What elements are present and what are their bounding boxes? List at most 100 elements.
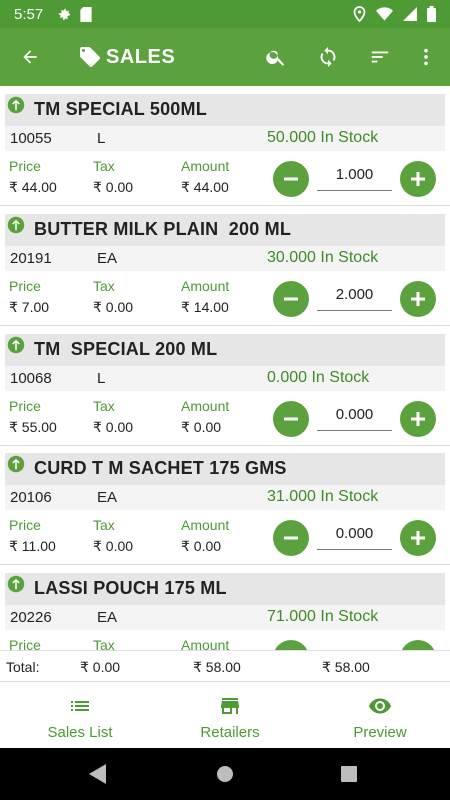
app-title-group: SALES xyxy=(78,45,175,69)
eye-icon xyxy=(369,698,391,714)
product-header: TM SPECIAL 500ML xyxy=(5,94,445,126)
quantity-input[interactable]: 1.000 xyxy=(317,163,392,191)
product-unit: EA xyxy=(97,250,118,267)
increase-qty-button[interactable] xyxy=(400,161,436,197)
nav-preview[interactable]: Preview xyxy=(305,682,450,748)
search-button[interactable] xyxy=(250,28,302,86)
minus-icon xyxy=(284,536,298,540)
more-vert-icon xyxy=(424,48,428,66)
more-options-button[interactable] xyxy=(406,28,446,86)
system-back-button[interactable] xyxy=(88,763,108,785)
price-label: Price xyxy=(9,158,41,174)
sort-icon xyxy=(371,51,389,63)
settings-gear-icon xyxy=(59,8,71,20)
product-unit: EA xyxy=(97,489,118,506)
product-code: 10055 xyxy=(10,130,52,147)
product-name: TM SPECIAL 200 ML xyxy=(34,339,218,359)
decrease-qty-button[interactable] xyxy=(273,640,309,650)
amount-label: Amount xyxy=(181,517,230,533)
amount-value: ₹ 0.00 xyxy=(181,419,222,435)
back-button[interactable] xyxy=(0,28,60,86)
nav-sales-list[interactable]: Sales List xyxy=(5,682,155,748)
increase-qty-button[interactable] xyxy=(400,281,436,317)
sync-icon xyxy=(320,46,336,68)
arrow-up-circle-icon xyxy=(7,575,25,593)
price-value: ₹ 44.00 xyxy=(9,179,57,195)
decrease-qty-button[interactable] xyxy=(273,401,309,437)
arrow-back-icon xyxy=(23,50,37,64)
arrow-up-circle-icon xyxy=(7,455,25,473)
price-value: ₹ 55.00 xyxy=(9,419,57,435)
system-recents-button[interactable] xyxy=(340,765,358,783)
product-code: 20106 xyxy=(10,489,52,506)
tax-label: Tax xyxy=(93,517,115,533)
app-bar: SALES xyxy=(0,28,450,86)
card-divider xyxy=(0,325,450,326)
product-list[interactable]: TM SPECIAL 500ML 10055 L 50.000 In Stock… xyxy=(0,90,450,650)
product-card: TM SPECIAL 500ML 10055 L 50.000 In Stock… xyxy=(0,90,450,208)
quantity-input[interactable]: 2.000 xyxy=(317,283,392,311)
product-name: CURD T M SACHET 175 GMS xyxy=(34,458,287,478)
decrease-qty-button[interactable] xyxy=(273,281,309,317)
status-time: 5:57 xyxy=(14,5,44,23)
wifi-icon xyxy=(376,7,393,21)
minus-icon xyxy=(284,297,298,301)
product-card: TM SPECIAL 200 ML 10068 L 0.000 In Stock… xyxy=(0,330,450,448)
total-amount: ₹ 58.00 xyxy=(193,659,241,675)
product-unit: L xyxy=(97,370,106,387)
status-bar: 5:57 xyxy=(0,0,450,28)
system-home-button[interactable] xyxy=(215,764,235,784)
tax-value: ₹ 0.00 xyxy=(93,538,134,554)
quantity-input[interactable]: 0.000 xyxy=(317,403,392,431)
stock-status: 0.000 In Stock xyxy=(267,369,370,386)
product-card: BUTTER MILK PLAIN 200 ML 20191 EA 30.000… xyxy=(0,210,450,328)
decrease-qty-button[interactable] xyxy=(273,520,309,556)
quantity-input[interactable]: 0.000 xyxy=(317,522,392,550)
system-navigation-bar xyxy=(0,748,450,800)
plus-icon xyxy=(411,531,425,545)
location-icon xyxy=(353,6,366,22)
card-divider xyxy=(0,564,450,565)
total-net: ₹ 58.00 xyxy=(322,659,370,675)
product-name: TM SPECIAL 500ML xyxy=(34,99,207,119)
tax-value: ₹ 0.00 xyxy=(93,299,134,315)
sync-button[interactable] xyxy=(302,28,354,86)
nav-label: Preview xyxy=(353,724,407,741)
minus-icon xyxy=(284,417,298,421)
arrow-up-circle-icon xyxy=(7,336,25,354)
increase-qty-button[interactable] xyxy=(400,401,436,437)
arrow-up-circle-icon xyxy=(7,216,25,234)
triangle-back-icon xyxy=(89,764,106,784)
product-info-row: 20226 EA 71.000 In Stock xyxy=(5,605,445,630)
page-title: SALES xyxy=(106,45,176,68)
increase-qty-button[interactable] xyxy=(400,520,436,556)
product-name: LASSI POUCH 175 ML xyxy=(34,578,227,598)
amount-value: ₹ 44.00 xyxy=(181,179,229,195)
stock-status: 71.000 In Stock xyxy=(267,608,379,625)
tax-value: ₹ 0.00 xyxy=(93,179,134,195)
nav-label: Sales List xyxy=(47,724,113,741)
product-header: BUTTER MILK PLAIN 200 ML xyxy=(5,214,445,246)
nav-retailers[interactable]: Retailers xyxy=(155,682,305,748)
amount-value: ₹ 14.00 xyxy=(181,299,229,315)
increase-qty-button[interactable] xyxy=(400,640,436,650)
amount-value: ₹ 0.00 xyxy=(181,538,222,554)
stock-status: 30.000 In Stock xyxy=(267,249,379,266)
product-info-row: 10068 L 0.000 In Stock xyxy=(5,366,445,391)
signal-icon xyxy=(403,7,417,21)
plus-icon xyxy=(411,172,425,186)
product-info-row: 20106 EA 31.000 In Stock xyxy=(5,485,445,510)
product-card: LASSI POUCH 175 ML 20226 EA 71.000 In St… xyxy=(0,569,450,650)
minus-icon xyxy=(284,177,298,181)
product-unit: L xyxy=(97,130,106,147)
product-info-row: 20191 EA 30.000 In Stock xyxy=(5,246,445,271)
list-icon xyxy=(71,701,89,711)
decrease-qty-button[interactable] xyxy=(273,161,309,197)
tax-label: Tax xyxy=(93,278,115,294)
nav-label: Retailers xyxy=(200,724,260,741)
tax-label: Tax xyxy=(93,637,115,650)
price-label: Price xyxy=(9,637,41,650)
product-info-row: 10055 L 50.000 In Stock xyxy=(5,126,445,151)
sort-button[interactable] xyxy=(354,28,406,86)
bottom-navigation: Sales List Retailers Preview xyxy=(0,682,450,748)
